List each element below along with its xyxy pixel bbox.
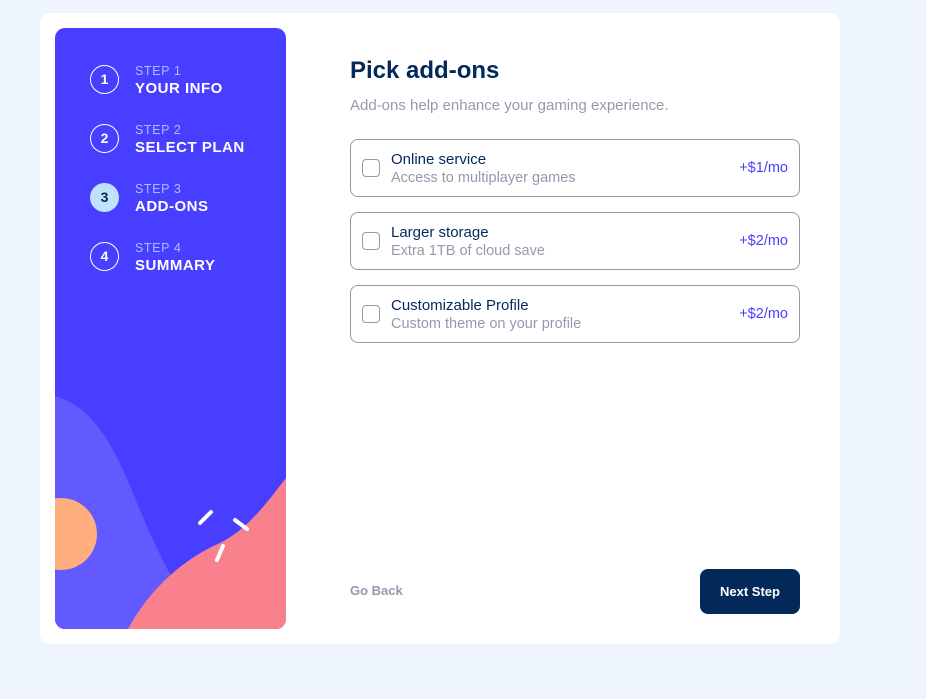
addon-price: +$2/mo (739, 306, 788, 322)
step-title-2: SELECT PLAN (135, 139, 245, 156)
addon-checkbox[interactable] (362, 232, 380, 250)
addon-larger-storage[interactable]: Larger storage Extra 1TB of cloud save +… (350, 212, 800, 270)
sidebar: 1 STEP 1 YOUR INFO 2 STEP 2 SELECT PLAN … (55, 28, 286, 629)
form-card: 1 STEP 1 YOUR INFO 2 STEP 2 SELECT PLAN … (40, 13, 840, 644)
go-back-link[interactable]: Go Back (350, 583, 403, 598)
page-title: Pick add-ons (350, 57, 500, 84)
step-title-1: YOUR INFO (135, 80, 223, 97)
step-number-4: 4 (90, 242, 119, 271)
addon-description: Access to multiplayer games (391, 170, 576, 186)
step-title-3: ADD-ONS (135, 198, 209, 215)
addon-checkbox[interactable] (362, 159, 380, 177)
main-content: Pick add-ons Add-ons help enhance your g… (350, 13, 800, 644)
addon-name: Customizable Profile (391, 297, 529, 314)
addon-description: Custom theme on your profile (391, 316, 582, 332)
step-number-3-active: 3 (90, 183, 119, 212)
addon-online-service[interactable]: Online service Access to multiplayer gam… (350, 139, 800, 197)
addon-price: +$1/mo (739, 160, 788, 176)
next-step-button[interactable]: Next Step (700, 569, 800, 614)
step-label-2: STEP 2 (135, 123, 182, 137)
addon-name: Online service (391, 151, 487, 168)
addon-name: Larger storage (391, 224, 489, 241)
sidebar-background-illustration (55, 396, 286, 629)
step-label-4: STEP 4 (135, 241, 182, 255)
step-label-3: STEP 3 (135, 182, 182, 196)
step-number-2: 2 (90, 124, 119, 153)
addon-description: Extra 1TB of cloud save (391, 243, 545, 259)
addon-checkbox[interactable] (362, 305, 380, 323)
addon-customizable-profile[interactable]: Customizable Profile Custom theme on you… (350, 285, 800, 343)
addon-price: +$2/mo (739, 233, 788, 249)
step-title-4: SUMMARY (135, 257, 216, 274)
step-label-1: STEP 1 (135, 64, 182, 78)
page-subtitle: Add-ons help enhance your gaming experie… (350, 97, 669, 114)
step-number-1: 1 (90, 65, 119, 94)
